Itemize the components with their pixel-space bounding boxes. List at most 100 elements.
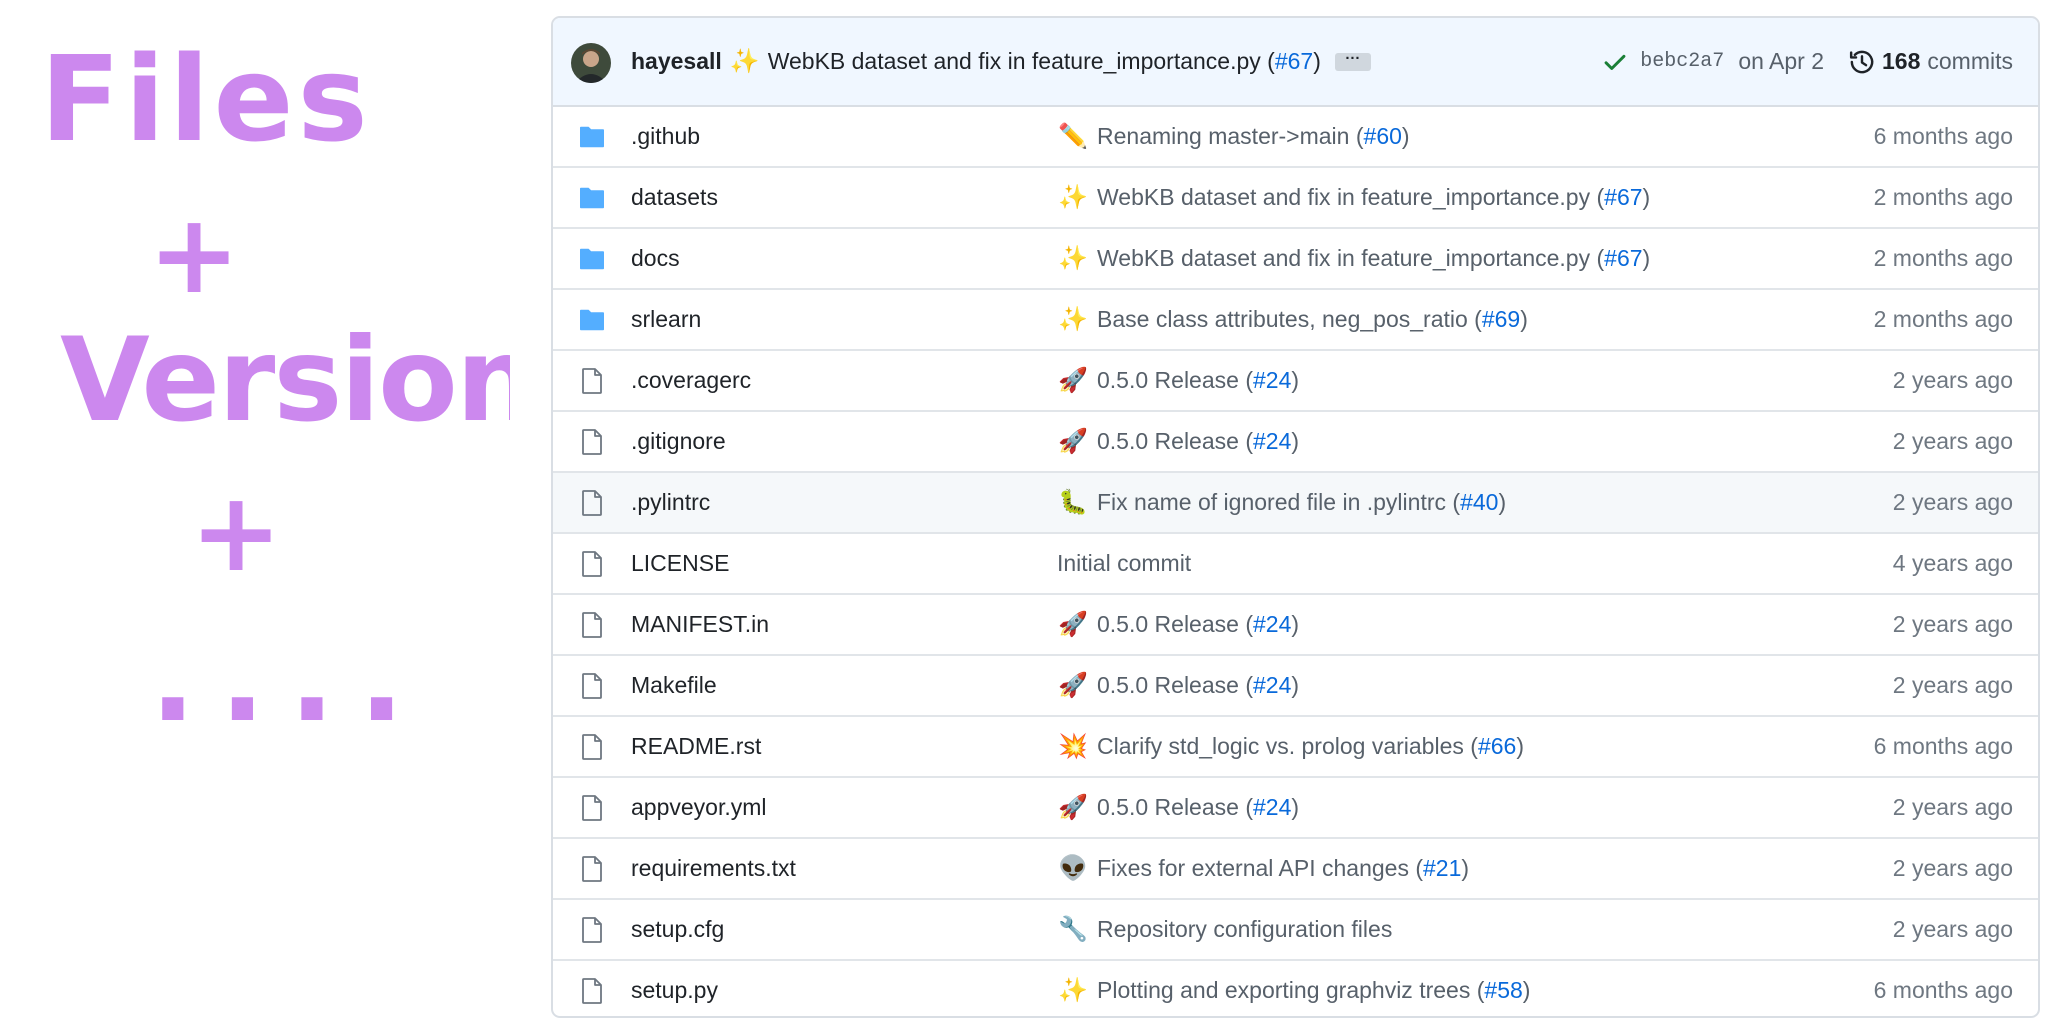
file-row[interactable]: docs ✨ WebKB dataset and fix in feature_i… (553, 229, 2038, 290)
annotation-plus-2: + (190, 468, 282, 596)
file-row[interactable]: setup.py ✨ Plotting and exporting graphvi… (553, 961, 2038, 1016)
file-row[interactable]: .pylintrc 🐛 Fix name of ignored file in .… (553, 473, 2038, 534)
file-icon (577, 717, 607, 776)
sparkles-icon: ✨ (729, 48, 760, 75)
file-row[interactable]: LICENSE Initial commit 4 years ago (553, 534, 2038, 595)
commit-message-text: 0.5.0 Release (1097, 794, 1239, 820)
pr-link[interactable]: #67 (1604, 184, 1642, 211)
folder-icon (577, 229, 607, 288)
pr-link[interactable]: #67 (1604, 245, 1642, 272)
pr-link[interactable]: #69 (1482, 306, 1520, 333)
commit-emoji-icon: 👽 (1058, 855, 1088, 882)
file-row[interactable]: README.rst 💥 Clarify std_logic vs. prolog… (553, 717, 2038, 778)
file-icon (577, 656, 607, 715)
commit-emoji-icon: 🚀 (1058, 611, 1088, 638)
file-row[interactable]: .github ✏️ Renaming master->main (#60) 6 … (553, 107, 2038, 168)
file-commit-message-link[interactable]: 💥 Clarify std_logic vs. prolog variables … (1057, 717, 1524, 776)
file-commit-message-link[interactable]: ✨ WebKB dataset and fix in feature_import… (1057, 168, 1650, 227)
pr-link[interactable]: #24 (1253, 367, 1291, 394)
pr-link[interactable]: #66 (1478, 733, 1516, 760)
file-commit-message-link[interactable]: ✏️ Renaming master->main (#60) (1057, 107, 1410, 166)
commit-sha-link[interactable]: bebc2a7 (1640, 50, 1724, 73)
file-last-modified: 2 years ago (1892, 611, 2013, 637)
author-avatar[interactable] (571, 43, 611, 83)
file-name-link[interactable]: MANIFEST.in (631, 595, 769, 654)
commit-emoji-icon: ✨ (1058, 245, 1088, 272)
file-commit-message-link[interactable]: 🚀 0.5.0 Release (#24) (1057, 412, 1299, 471)
file-name-link[interactable]: requirements.txt (631, 839, 796, 898)
expand-commit-message-button[interactable]: ··· (1334, 51, 1371, 71)
commit-pr-link[interactable]: #67 (1275, 48, 1313, 74)
file-commit-message-link[interactable]: ✨ WebKB dataset and fix in feature_import… (1057, 229, 1650, 288)
file-commit-message-link[interactable]: 🚀 0.5.0 Release (#24) (1057, 656, 1299, 715)
file-last-modified: 2 months ago (1873, 245, 2013, 271)
pr-link[interactable]: #24 (1253, 672, 1291, 699)
annotation-files: Files (40, 30, 372, 168)
commit-emoji-icon: 🔧 (1058, 916, 1088, 943)
pr-link[interactable]: #21 (1423, 855, 1461, 882)
file-commit-message-link[interactable]: 👽 Fixes for external API changes (#21) (1057, 839, 1469, 898)
file-icon (577, 595, 607, 654)
file-name-link[interactable]: setup.cfg (631, 900, 724, 959)
pr-link[interactable]: #24 (1253, 611, 1291, 638)
commit-message-link[interactable]: WebKB dataset and fix in feature_importa… (768, 48, 1321, 75)
file-commit-message-link[interactable]: 🚀 0.5.0 Release (#24) (1057, 595, 1299, 654)
file-last-modified: 2 years ago (1892, 428, 2013, 454)
pr-link[interactable]: #60 (1364, 123, 1402, 150)
file-commit-message-link[interactable]: 🚀 0.5.0 Release (#24) (1057, 778, 1299, 837)
file-last-modified: 2 years ago (1892, 672, 2013, 698)
file-last-modified: 2 months ago (1873, 306, 2013, 332)
file-row[interactable]: Makefile 🚀 0.5.0 Release (#24) 2 years ag… (553, 656, 2038, 717)
commit-author-link[interactable]: hayesall (631, 48, 722, 75)
file-row[interactable]: .coveragerc 🚀 0.5.0 Release (#24) 2 years… (553, 351, 2038, 412)
file-row[interactable]: srlearn ✨ Base class attributes, neg_pos_… (553, 290, 2038, 351)
pr-link[interactable]: #24 (1253, 428, 1291, 455)
commit-emoji-icon: ✨ (1058, 306, 1088, 333)
file-icon (577, 351, 607, 410)
file-name-link[interactable]: .coveragerc (631, 351, 751, 410)
file-name-link[interactable]: .pylintrc (631, 473, 710, 532)
file-commit-message-link[interactable]: ✨ Base class attributes, neg_pos_ratio (#… (1057, 290, 1528, 349)
file-row[interactable]: appveyor.yml 🚀 0.5.0 Release (#24) 2 year… (553, 778, 2038, 839)
pr-link[interactable]: #24 (1253, 794, 1291, 821)
file-row[interactable]: MANIFEST.in 🚀 0.5.0 Release (#24) 2 years… (553, 595, 2038, 656)
commit-count[interactable]: 168 (1882, 48, 1920, 75)
file-name-link[interactable]: srlearn (631, 290, 701, 349)
file-name-link[interactable]: setup.py (631, 961, 718, 1016)
file-commit-message-link[interactable]: 🐛 Fix name of ignored file in .pylintrc (… (1057, 473, 1506, 532)
commit-message-text: 0.5.0 Release (1097, 672, 1239, 698)
file-last-modified: 2 years ago (1892, 367, 2013, 393)
commit-message-text: 0.5.0 Release (1097, 367, 1239, 393)
file-icon (577, 961, 607, 1016)
pr-link[interactable]: #58 (1484, 977, 1522, 1004)
file-commit-message-link[interactable]: 🚀 0.5.0 Release (#24) (1057, 351, 1299, 410)
file-commit-message-link[interactable]: Initial commit (1057, 534, 1191, 593)
history-icon[interactable] (1848, 48, 1876, 76)
pr-link[interactable]: #40 (1460, 489, 1498, 516)
commits-label[interactable]: commits (1927, 48, 2013, 75)
commit-message-text: Repository configuration files (1097, 916, 1393, 942)
file-name-link[interactable]: LICENSE (631, 534, 729, 593)
file-name-link[interactable]: Makefile (631, 656, 717, 715)
file-icon (577, 473, 607, 532)
check-icon[interactable] (1602, 49, 1628, 75)
file-last-modified: 2 years ago (1892, 489, 2013, 515)
file-row[interactable]: setup.cfg 🔧 Repository configuration file… (553, 900, 2038, 961)
file-name-link[interactable]: README.rst (631, 717, 761, 776)
commit-emoji-icon: ✨ (1058, 184, 1088, 211)
file-name-link[interactable]: .gitignore (631, 412, 726, 471)
file-name-link[interactable]: appveyor.yml (631, 778, 767, 837)
commit-message-text: Plotting and exporting graphviz trees (1097, 977, 1471, 1003)
file-row[interactable]: .gitignore 🚀 0.5.0 Release (#24) 2 years … (553, 412, 2038, 473)
file-commit-message-link[interactable]: 🔧 Repository configuration files (1057, 900, 1392, 959)
file-commit-message-link[interactable]: ✨ Plotting and exporting graphviz trees (… (1057, 961, 1530, 1016)
file-icon (577, 900, 607, 959)
file-name-link[interactable]: .github (631, 107, 700, 166)
file-name-link[interactable]: docs (631, 229, 680, 288)
file-name-link[interactable]: datasets (631, 168, 718, 227)
latest-commit-bar: hayesall ✨ WebKB dataset and fix in feat… (553, 18, 2038, 107)
file-row[interactable]: requirements.txt 👽 Fixes for external API… (553, 839, 2038, 900)
annotation-ellipsis: .... (150, 610, 428, 730)
file-row[interactable]: datasets ✨ WebKB dataset and fix in featu… (553, 168, 2038, 229)
file-icon (577, 839, 607, 898)
